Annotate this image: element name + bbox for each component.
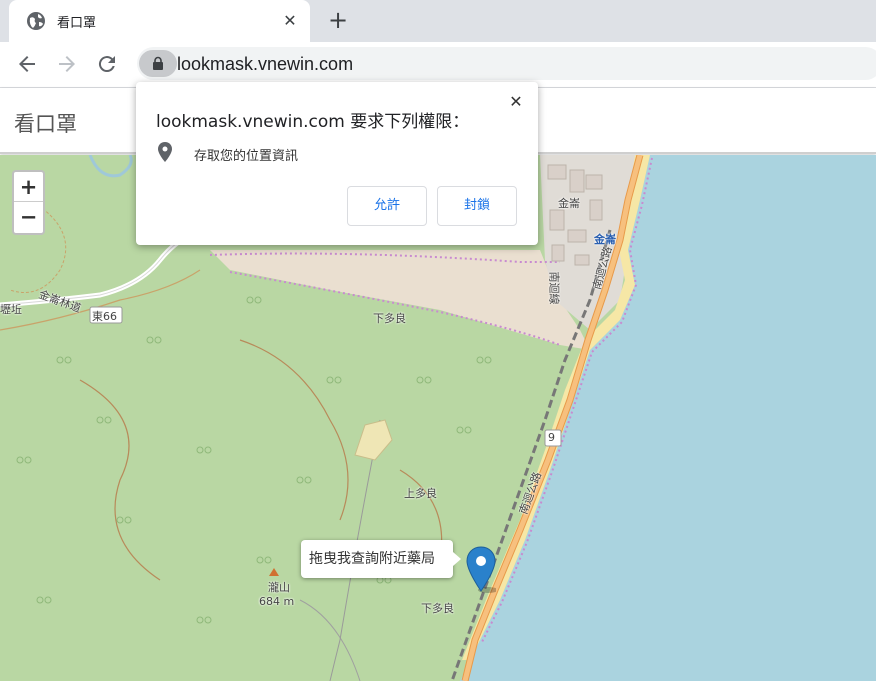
zoom-control: + − (12, 170, 45, 235)
map-label-shangduoliang: 上多良 (404, 487, 437, 500)
back-arrow-icon[interactable] (15, 52, 39, 76)
tab-strip: 看口罩 ✕ + (0, 0, 876, 42)
permission-popup: lookmask.vnewin.com 要求下列權限： ✕ 存取您的位置資訊 允… (136, 82, 538, 245)
map-label-dong66: 東66 (92, 310, 117, 323)
allow-button[interactable]: 允許 (347, 186, 427, 226)
map-label-xiaduoliang-2: 下多良 (421, 602, 454, 615)
address-bar[interactable]: lookmask.vnewin.com (137, 47, 876, 80)
page-title: 看口罩 (14, 112, 77, 136)
tab-title: 看口罩 (57, 16, 97, 31)
browser-tab[interactable]: 看口罩 ✕ (9, 0, 310, 42)
map-label-jinlun: 金崙 (558, 197, 580, 210)
reload-icon[interactable] (95, 52, 119, 76)
forward-arrow-icon[interactable] (55, 52, 79, 76)
zoom-out-button[interactable]: − (14, 202, 43, 232)
lock-icon (153, 56, 163, 70)
permission-description: 存取您的位置資訊 (194, 149, 299, 164)
url-text: lookmask.vnewin.com (177, 54, 354, 74)
map-label-xiaduoliang: 下多良 (373, 312, 406, 325)
globe-icon (27, 12, 45, 30)
new-tab-button[interactable]: + (325, 8, 351, 34)
permission-title: lookmask.vnewin.com 要求下列權限： (156, 112, 470, 132)
location-pin-icon (158, 142, 172, 162)
map-label-lipei: 壢坵 (0, 303, 22, 316)
map-label-rail: 南迴線 (547, 271, 561, 305)
map-label-peak-elevation: 684 m (259, 595, 295, 608)
site-info-button[interactable] (139, 50, 177, 77)
tab-close-icon[interactable]: ✕ (279, 10, 301, 32)
map-marker-icon[interactable] (466, 546, 496, 594)
map-label-peak: 瀧山 (268, 581, 290, 594)
map-label-jinlun-station: 金崙 (594, 233, 616, 246)
zoom-in-button[interactable]: + (14, 172, 43, 202)
marker-tooltip: 拖曳我查詢附近藥局 (301, 540, 461, 578)
permission-close-icon[interactable]: ✕ (506, 92, 526, 112)
map-label-route9: 9 (548, 431, 555, 444)
block-button[interactable]: 封鎖 (437, 186, 517, 226)
